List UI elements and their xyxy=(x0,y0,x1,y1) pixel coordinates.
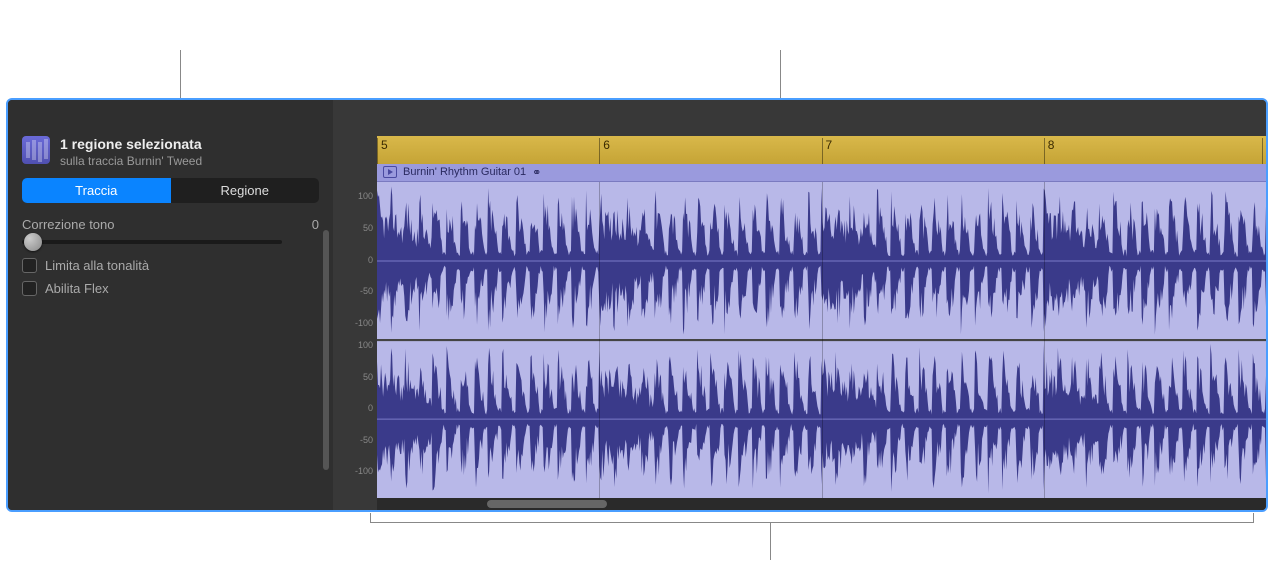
waveform-container: 100 50 0 -50 -100 100 50 0 -50 -100 xyxy=(333,182,1266,498)
pitch-correction-label: Correzione tono xyxy=(22,217,115,232)
enable-flex-row[interactable]: Abilita Flex xyxy=(22,281,319,296)
region-type-icon xyxy=(22,136,50,164)
callout-bracket-bottom xyxy=(370,522,1254,523)
limit-to-key-label: Limita alla tonalità xyxy=(45,258,149,273)
bar-number: 6 xyxy=(603,138,610,152)
pitch-correction-slider[interactable] xyxy=(22,240,282,244)
bar-divider xyxy=(1044,182,1045,498)
scrollbar-thumb[interactable] xyxy=(487,500,607,508)
region-info: 1 regione selezionata sulla traccia Burn… xyxy=(22,136,319,168)
callout-bracket-right xyxy=(1253,513,1254,523)
bar-number: 9 xyxy=(1266,138,1268,152)
inspector-tabs: Traccia Regione xyxy=(22,178,319,203)
tab-region[interactable]: Regione xyxy=(171,178,320,203)
callout-bracket-left xyxy=(370,513,371,523)
callout-line-inspector xyxy=(180,50,181,98)
enable-flex-label: Abilita Flex xyxy=(45,281,109,296)
waveform-display[interactable] xyxy=(377,182,1266,498)
slider-knob[interactable] xyxy=(24,233,42,251)
horizontal-scrollbar[interactable] xyxy=(377,498,1266,510)
limit-to-key-row[interactable]: Limita alla tonalità xyxy=(22,258,319,273)
region-selection-title: 1 regione selezionata xyxy=(60,136,202,152)
callout-line-bottom xyxy=(770,522,771,560)
region-header[interactable]: Burnin' Rhythm Guitar 01 ⚭ xyxy=(377,164,1266,182)
play-icon xyxy=(383,166,397,178)
loop-icon: ⚭ xyxy=(532,166,541,179)
bar-number: 8 xyxy=(1048,138,1055,152)
tab-track[interactable]: Traccia xyxy=(22,178,171,203)
region-name: Burnin' Rhythm Guitar 01 xyxy=(403,166,526,178)
timeline-ruler[interactable]: 5 6 7 8 9 xyxy=(377,136,1266,164)
limit-to-key-checkbox[interactable] xyxy=(22,258,37,273)
inspector-scrollbar[interactable] xyxy=(323,230,329,470)
amplitude-ruler: 100 50 0 -50 -100 100 50 0 -50 -100 xyxy=(333,182,377,498)
pitch-correction-row: Correzione tono 0 xyxy=(22,217,319,232)
bar-number: 5 xyxy=(381,138,388,152)
pitch-correction-value: 0 xyxy=(312,217,319,232)
waveform-area: 5 6 7 8 9 Burnin' Rhythm Guitar 01 ⚭ 100… xyxy=(333,100,1266,510)
bar-divider xyxy=(822,182,823,498)
region-track-subtitle: sulla traccia Burnin' Tweed xyxy=(60,154,202,168)
bar-divider xyxy=(599,182,600,498)
enable-flex-checkbox[interactable] xyxy=(22,281,37,296)
audio-editor-panel: ↔ 1 regione selezionata sulla traccia Bu… xyxy=(6,98,1268,512)
inspector-panel: 1 regione selezionata sulla traccia Burn… xyxy=(8,100,333,510)
bar-number: 7 xyxy=(826,138,833,152)
